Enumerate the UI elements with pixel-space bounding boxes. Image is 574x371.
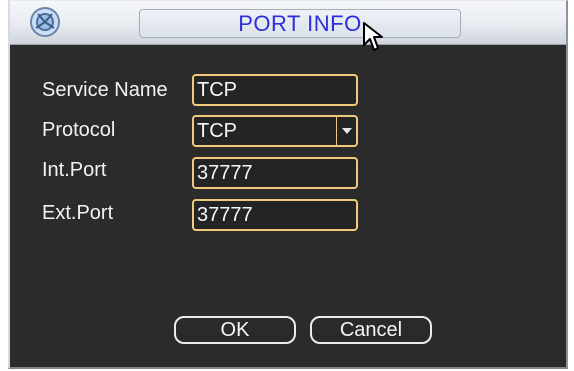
int-port-label: Int.Port xyxy=(42,159,107,181)
cancel-button[interactable]: Cancel xyxy=(310,316,432,344)
service-name-input[interactable]: TCP xyxy=(192,74,358,106)
dialog-title-box: PORT INFO xyxy=(139,9,461,38)
chevron-down-icon xyxy=(342,128,352,134)
ext-port-input[interactable]: 37777 xyxy=(192,199,358,231)
dialog-title: PORT INFO xyxy=(238,11,362,36)
protocol-select[interactable]: TCP xyxy=(192,115,358,147)
ok-button[interactable]: OK xyxy=(174,316,296,344)
service-name-label: Service Name xyxy=(42,79,168,101)
protocol-selected-value: TCP xyxy=(197,120,237,142)
protocol-dropdown-button[interactable] xyxy=(336,117,356,145)
mouse-pointer-icon xyxy=(363,22,383,51)
int-port-input[interactable]: 37777 xyxy=(192,157,358,189)
title-bar: PORT INFO xyxy=(10,1,566,51)
protocol-label: Protocol xyxy=(42,119,116,141)
ext-port-label: Ext.Port xyxy=(42,202,114,224)
app-logo-icon xyxy=(30,7,60,37)
port-info-dialog: PORT INFO Service Name TCP Protocol TCP … xyxy=(8,0,568,369)
